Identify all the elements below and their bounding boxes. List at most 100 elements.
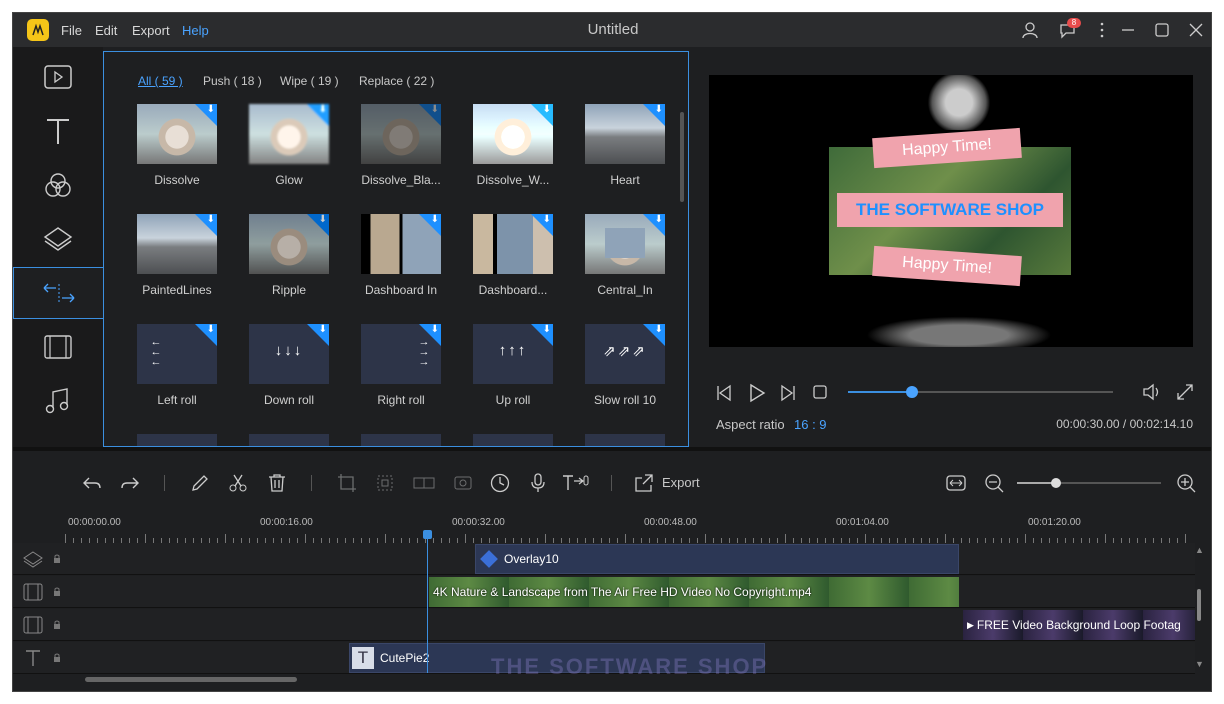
text-to-speech-icon[interactable] <box>561 472 591 494</box>
edit-icon[interactable] <box>189 472 211 494</box>
clip-label: FREE Video Background Loop Footag <box>976 618 1181 632</box>
ruler-tick <box>945 534 946 543</box>
tab-all[interactable]: All ( 59 ) <box>138 74 183 88</box>
video-track-icon <box>23 583 43 601</box>
ruler-tick <box>305 534 306 543</box>
stop-icon[interactable] <box>812 384 828 400</box>
nav-transitions[interactable] <box>13 267 103 319</box>
partial-tile <box>137 434 217 446</box>
transition-tile[interactable]: ⬇ Dissolve_W... <box>473 104 553 187</box>
timeline-hscrollbar[interactable] <box>85 677 297 682</box>
transition-tile[interactable]: ⇗⇗⇗ ⬇ Slow roll 10 <box>585 324 665 407</box>
ribbon-bottom: Happy Time! <box>872 245 1022 287</box>
undo-icon[interactable] <box>81 472 103 494</box>
playhead[interactable] <box>427 535 428 673</box>
zoom-out-icon[interactable] <box>983 472 1005 494</box>
ruler-label: 00:00:16.00 <box>260 517 313 528</box>
dog-glow-thumb: ⬇ <box>249 104 329 164</box>
nav-elements[interactable] <box>13 321 103 373</box>
tile-label: Down roll <box>263 393 314 407</box>
tab-push[interactable]: Push ( 18 ) <box>203 74 262 88</box>
freeze-icon[interactable] <box>452 472 474 494</box>
export-icon[interactable] <box>633 472 655 494</box>
lock-icon[interactable] <box>53 620 61 630</box>
video-clip[interactable]: ▶ FREE Video Background Loop Footag <box>963 610 1195 640</box>
crop-icon[interactable] <box>336 472 358 494</box>
nav-filters[interactable] <box>13 159 103 211</box>
next-frame-icon[interactable] <box>779 384 797 402</box>
tab-replace[interactable]: Replace ( 22 ) <box>359 74 434 88</box>
zoom-in-icon[interactable] <box>1175 472 1197 494</box>
ruler-tick <box>145 534 146 543</box>
toolbar-separator <box>164 475 165 491</box>
zoom-slider-handle[interactable] <box>1051 478 1061 488</box>
nav-overlays[interactable] <box>13 213 103 265</box>
progress-handle[interactable] <box>905 386 918 398</box>
transition-tile[interactable]: → → → ⬇ Right roll <box>361 324 441 407</box>
scroll-up-icon[interactable]: ▲ <box>1195 545 1204 555</box>
cut-icon[interactable] <box>227 472 249 494</box>
notification-badge: 8 <box>1067 18 1081 28</box>
microphone-icon[interactable] <box>527 472 549 494</box>
close-icon[interactable] <box>1187 21 1205 39</box>
fullscreen-icon[interactable] <box>1175 382 1195 402</box>
preview-canvas: Happy Time! THE SOFTWARE SHOP Happy Time… <box>709 75 1193 347</box>
transition-tile[interactable]: ⬇ Dissolve <box>137 104 217 187</box>
transition-tile[interactable]: ⬇ Dashboard... <box>473 214 553 297</box>
lock-icon[interactable] <box>53 587 61 597</box>
tile-label: Slow roll 10 <box>593 393 657 407</box>
tile-label: Right roll <box>377 393 425 407</box>
dog-light-thumb: ⬇ <box>473 104 553 164</box>
ruler-tick <box>545 534 546 543</box>
timeline-vscrollbar[interactable] <box>1197 589 1201 621</box>
volume-icon[interactable] <box>1141 382 1161 402</box>
export-button[interactable]: Export <box>662 475 700 490</box>
left-nav <box>13 47 103 447</box>
transition-tile[interactable]: ⬇ Dashboard In <box>361 214 441 297</box>
video-clip[interactable]: 4K Nature & Landscape from The Air Free … <box>429 577 959 607</box>
lock-icon[interactable] <box>53 554 61 564</box>
nav-text[interactable] <box>13 105 103 157</box>
resize-icon[interactable] <box>374 472 396 494</box>
transition-tile[interactable]: ⬇ Heart <box>585 104 665 187</box>
nav-media[interactable] <box>13 51 103 103</box>
aspect-ratio-value[interactable]: 16 : 9 <box>794 417 827 432</box>
lock-icon[interactable] <box>53 653 61 663</box>
delete-icon[interactable] <box>266 472 288 494</box>
transition-tile[interactable]: ⬇ Glow <box>249 104 329 187</box>
transition-tile[interactable]: ↓↓↓ ⬇ Down roll <box>249 324 329 407</box>
tile-label: Dashboard In <box>364 283 438 297</box>
tile-label: Dissolve_Bla... <box>361 173 441 187</box>
transition-tile[interactable]: ⬇ Dissolve_Bla... <box>361 104 441 187</box>
scroll-down-icon[interactable]: ▼ <box>1195 659 1204 669</box>
transition-tile[interactable]: ⬇ Central_In <box>585 214 665 297</box>
track-header <box>13 576 68 608</box>
maximize-icon[interactable] <box>1153 21 1171 39</box>
mosaic-icon[interactable] <box>412 472 436 494</box>
track-header <box>13 543 68 575</box>
fit-timeline-icon[interactable] <box>945 472 967 494</box>
tab-wipe[interactable]: Wipe ( 19 ) <box>280 74 339 88</box>
nav-music[interactable] <box>13 375 103 427</box>
prev-frame-icon[interactable] <box>715 384 733 402</box>
speed-icon[interactable] <box>489 472 511 494</box>
user-icon[interactable] <box>1021 21 1039 39</box>
tile-label: PaintedLines <box>142 283 212 297</box>
timeline-ruler[interactable]: 00:00:00.00 00:00:16.00 00:00:32.00 00:0… <box>65 513 1195 543</box>
ruler-label: 00:00:00.00 <box>68 517 121 528</box>
right-roll-thumb: → → → ⬇ <box>361 324 441 384</box>
overlay-clip[interactable]: Overlay10 <box>475 544 959 574</box>
minimize-icon[interactable] <box>1119 21 1137 39</box>
preview-bg <box>859 315 1059 347</box>
transition-tile[interactable]: ⬇ Ripple <box>249 214 329 297</box>
ribbon-middle: THE SOFTWARE SHOP <box>837 193 1063 227</box>
track-overlay: Overlay10 <box>13 543 1195 575</box>
transition-tile[interactable]: ← ← ← ⬇ Left roll <box>137 324 217 407</box>
filters-icon <box>43 170 73 200</box>
redo-icon[interactable] <box>119 472 141 494</box>
transition-tile[interactable]: ⬇ PaintedLines <box>137 214 217 297</box>
transition-tile[interactable]: ↑↑↑ ⬇ Up roll <box>473 324 553 407</box>
more-menu-icon[interactable] <box>1093 21 1111 39</box>
play-icon[interactable] <box>747 383 767 403</box>
panel-scrollbar[interactable] <box>680 112 684 202</box>
